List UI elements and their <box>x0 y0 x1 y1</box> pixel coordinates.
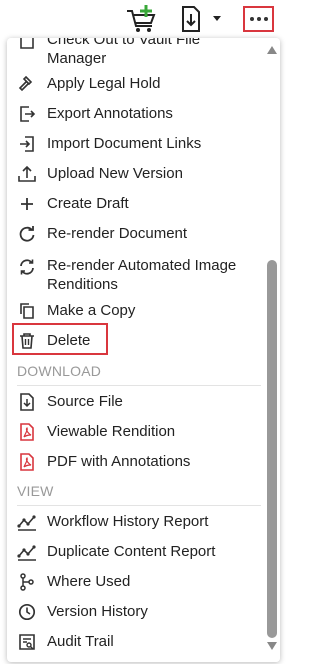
section-view: VIEW <box>17 483 54 499</box>
plus-icon <box>17 194 37 214</box>
document-download-icon[interactable] <box>178 4 226 34</box>
menu-item-label: Check Out to Vault File Manager <box>47 38 252 68</box>
clock-icon <box>17 602 37 622</box>
more-dots-icon <box>249 17 254 21</box>
menu-item-label: Make a Copy <box>47 302 136 319</box>
gavel-icon <box>17 74 37 94</box>
report-icon <box>17 542 37 562</box>
report-icon <box>17 512 37 532</box>
menu-item-label: PDF with Annotations <box>47 453 191 470</box>
menu-item-label: Import Document Links <box>47 135 202 152</box>
import-icon <box>17 134 37 154</box>
rerender-cycle-icon <box>17 257 37 277</box>
top-toolbar <box>0 0 288 38</box>
cart-add-icon[interactable] <box>124 4 160 34</box>
menu-item-label: Workflow History Report <box>47 513 209 530</box>
menu-item-label: Version History <box>47 603 148 620</box>
menu-item-label: Re-render Automated Image Renditions <box>47 257 237 293</box>
menu-item-label: Export Annotations <box>47 105 173 122</box>
scroll-down-arrow-icon[interactable] <box>267 642 277 650</box>
divider <box>17 385 261 386</box>
menu-item-label: Viewable Rendition <box>47 423 176 440</box>
scroll-thumb[interactable] <box>267 260 277 638</box>
menu-item-label: Delete <box>47 332 91 349</box>
pdf-icon <box>17 422 37 442</box>
copy-icon <box>17 301 37 321</box>
menu-item-label: Upload New Version <box>47 165 183 182</box>
menu-item-label-line2: Manager <box>47 50 107 67</box>
rerender-icon <box>17 224 37 244</box>
menu-item-label-line1: Check Out to Vault File <box>47 38 201 48</box>
scroll-up-arrow-icon[interactable] <box>267 46 277 54</box>
pdf-icon <box>17 452 37 472</box>
menu-item-label: Duplicate Content Report <box>47 543 216 560</box>
section-download: DOWNLOAD <box>17 363 102 379</box>
menu-item-label: Source File <box>47 393 123 410</box>
audit-icon <box>17 632 37 652</box>
menu-item-label: Create Draft <box>47 195 129 212</box>
trash-icon <box>17 331 37 351</box>
menu-item-label: Apply Legal Hold <box>47 75 161 92</box>
more-button[interactable] <box>243 6 274 32</box>
menu-scrollbar[interactable] <box>265 38 280 662</box>
export-icon <box>17 104 37 124</box>
menu-item-label: Audit Trail <box>47 633 114 650</box>
actions-menu: Check Out to Vault File Manager Apply Le… <box>7 38 280 662</box>
menu-item-label: Where Used <box>47 573 131 590</box>
menu-item-label: Re-render Document <box>47 225 188 242</box>
more-dots-icon <box>263 17 268 21</box>
branch-icon <box>17 572 37 592</box>
upload-icon <box>17 164 37 184</box>
check-out-icon <box>17 38 37 52</box>
divider <box>17 505 261 506</box>
file-download-icon <box>17 392 37 412</box>
more-dots-icon <box>256 17 261 21</box>
